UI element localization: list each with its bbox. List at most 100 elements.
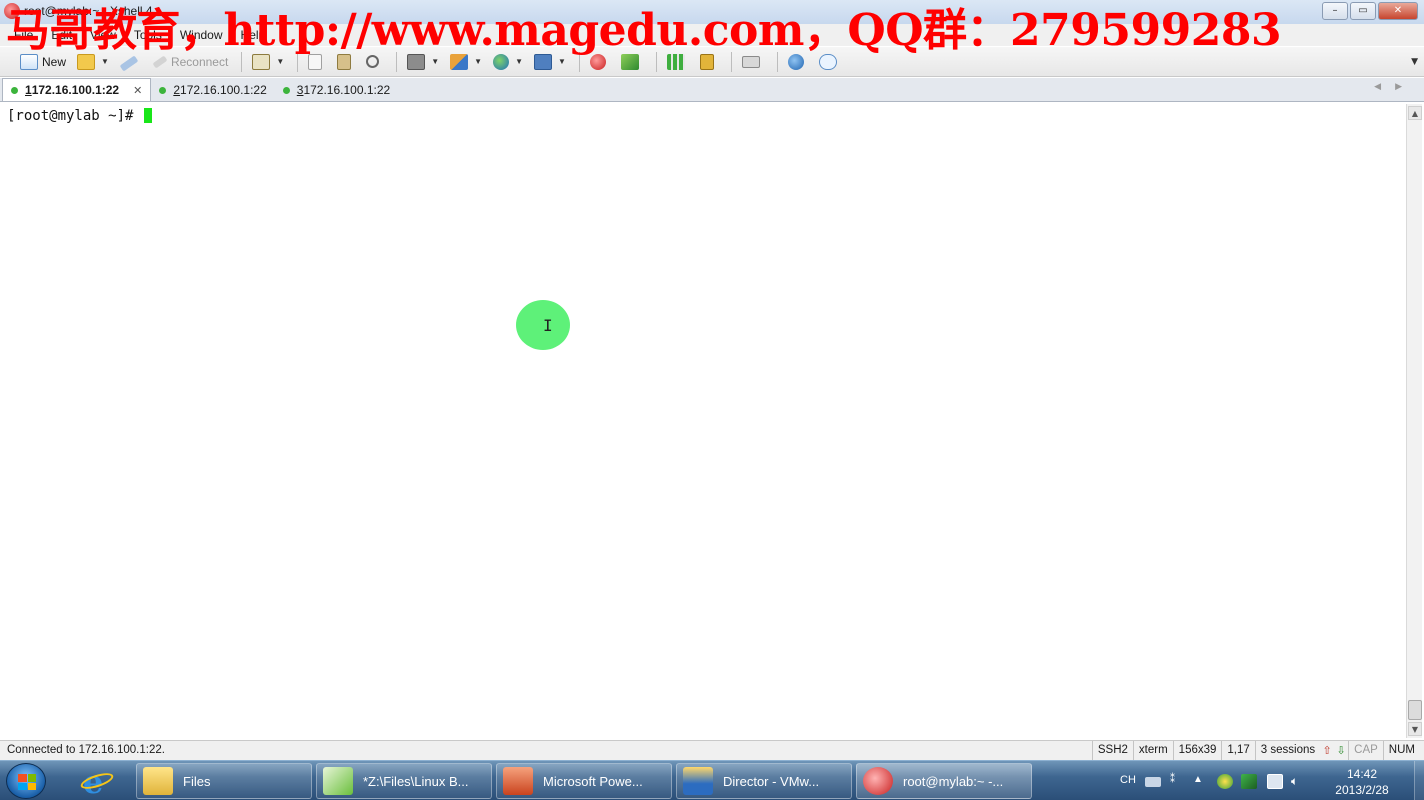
menu-edit[interactable]: Edit (51, 28, 72, 42)
status-num-lock: NUM (1382, 741, 1420, 760)
menu-help[interactable]: Help (241, 28, 266, 42)
toolbar-overflow-icon[interactable]: ▼ (1411, 57, 1418, 67)
globe-button[interactable]: ▼ (489, 50, 527, 74)
connected-status-icon (159, 86, 167, 94)
download-arrow-icon[interactable]: ⇩ (1334, 744, 1348, 757)
upload-arrow-icon[interactable]: ⇧ (1320, 744, 1334, 757)
shell-prompt: [root@mylab ~]# (7, 108, 142, 124)
transfer-icon (450, 53, 469, 70)
menu-file[interactable]: File (14, 28, 33, 42)
new-session-label: New (42, 54, 67, 69)
properties-button[interactable]: ▼ (248, 50, 288, 74)
vertical-scrollbar[interactable]: ▲ ▼ (1406, 104, 1422, 738)
show-hidden-icons-icon[interactable]: ▲ (1193, 774, 1209, 789)
session-tab-label: 172.16.100.1:22 (180, 83, 267, 97)
restore-button[interactable]: ▭ (1350, 2, 1376, 20)
toolbar-separator (297, 51, 299, 72)
tab-scroll-arrows-icon[interactable]: ◀▶ (1374, 82, 1416, 92)
toolbar-separator (730, 51, 732, 72)
xshell-app-icon[interactable] (4, 3, 20, 19)
lock-icon (699, 53, 714, 70)
taskbar-item-label: Director - VMw... (723, 773, 820, 789)
connect-button[interactable] (116, 50, 146, 74)
find-button[interactable] (362, 50, 387, 74)
title-bar[interactable]: root@mylab:~ - Xshell 4 – ▭ ✕ (0, 0, 1424, 24)
print-button[interactable]: ▼ (403, 50, 443, 74)
add-plus-icon[interactable] (1217, 774, 1233, 789)
scroll-thumb[interactable] (1408, 700, 1422, 720)
properties-icon (252, 53, 271, 70)
xshell-button[interactable] (586, 50, 614, 74)
tray-time: 14:42 (1346, 767, 1378, 781)
scroll-up-icon[interactable]: ▲ (1408, 106, 1422, 120)
folder-open-icon (77, 53, 96, 70)
minimize-button[interactable]: – (1322, 2, 1348, 20)
close-button[interactable]: ✕ (1378, 2, 1418, 20)
transfer-button[interactable]: ▼ (446, 50, 486, 74)
terminal-area[interactable]: [root@mylab ~]# I (2, 104, 1404, 738)
folder-icon (143, 767, 173, 795)
connected-status-icon (11, 86, 18, 94)
volume-icon[interactable]: 🔈︎ (1291, 774, 1307, 789)
paste-button[interactable] (333, 50, 359, 74)
menu-tools[interactable]: Tools (134, 28, 162, 42)
terminal-line: [root@mylab ~]# (7, 108, 152, 124)
session-tab-bar: 1 172.16.100.1:22 ✕ 2 172.16.100.1:22 3 … (0, 78, 1424, 102)
help-button[interactable] (784, 50, 812, 74)
open-button[interactable]: ▼ (73, 50, 113, 74)
chat-button[interactable] (815, 50, 845, 74)
status-fields: SSH2 xterm 156x39 1,17 3 sessions ⇧ ⇩ CA… (1091, 741, 1420, 760)
taskbar-item-powerpoint[interactable]: Microsoft Powe... (496, 763, 672, 799)
paste-icon (337, 53, 352, 70)
toolbar-separator (655, 51, 657, 72)
connect-icon (119, 55, 139, 72)
reconnect-icon (152, 55, 168, 68)
session-tab-2[interactable]: 2 172.16.100.1:22 (151, 79, 274, 101)
new-session-icon (20, 53, 38, 70)
xftp-button[interactable] (617, 50, 647, 74)
copy-button[interactable] (304, 50, 330, 74)
keyboard-icon[interactable] (1145, 777, 1161, 787)
reconnect-button[interactable]: Reconnect (149, 50, 232, 74)
reconnect-label: Reconnect (170, 54, 229, 69)
lock-button[interactable] (696, 50, 722, 74)
taskbar-item-files[interactable]: Files (136, 763, 312, 799)
input-language[interactable]: CH (1120, 774, 1136, 786)
session-tab-1[interactable]: 1 172.16.100.1:22 ✕ (2, 78, 152, 101)
keyboard-button[interactable] (738, 50, 768, 74)
taskbar-item-xshell[interactable]: root@mylab:~ -... (856, 763, 1032, 799)
start-button[interactable] (6, 763, 46, 799)
font-button[interactable]: ▼ (530, 50, 570, 74)
toolbar-separator (776, 51, 778, 72)
status-session-count: 3 sessions (1254, 741, 1320, 760)
taskbar-item-notepad[interactable]: *Z:\Files\Linux B... (316, 763, 492, 799)
chat-icon (818, 53, 837, 70)
toolbar-separator (578, 51, 580, 72)
windows-logo-icon (18, 774, 36, 790)
show-desktop-button[interactable] (1414, 761, 1424, 800)
new-session-button[interactable]: New (16, 50, 70, 74)
toolbar-separator (241, 51, 243, 72)
print-icon (407, 53, 426, 70)
status-terminal-type: xterm (1132, 741, 1173, 760)
status-caps-lock: CAP (1348, 741, 1383, 760)
input-tools-icon[interactable]: ⁑ (1170, 774, 1186, 789)
network-icon[interactable] (1267, 774, 1283, 789)
scroll-down-icon[interactable]: ▼ (1408, 722, 1422, 736)
vmware-tray-icon[interactable] (1241, 774, 1257, 789)
tray-clock[interactable]: 14:42 2013/2/28 (1327, 766, 1397, 798)
toolbar: New ▼ Reconnect ▼ ▼ ▼ ▼ ▼ ▼ (0, 47, 1424, 77)
connected-status-icon (282, 86, 290, 94)
session-tab-3[interactable]: 3 172.16.100.1:22 (275, 79, 398, 101)
status-cursor-position: 1,17 (1221, 741, 1254, 760)
tab-close-icon[interactable]: ✕ (133, 84, 142, 97)
taskbar-item-label: root@mylab:~ -... (903, 773, 1004, 789)
tray-date: 2013/2/28 (1335, 783, 1389, 797)
internet-explorer-icon[interactable]: e (78, 763, 116, 800)
menu-view[interactable]: View (90, 28, 116, 42)
taskbar-item-vmware[interactable]: Director - VMw... (676, 763, 852, 799)
layout-button[interactable] (663, 50, 693, 74)
menu-window[interactable]: Window (180, 28, 223, 42)
status-bar: Connected to 172.16.100.1:22. SSH2 xterm… (0, 740, 1424, 760)
font-icon (534, 53, 552, 70)
